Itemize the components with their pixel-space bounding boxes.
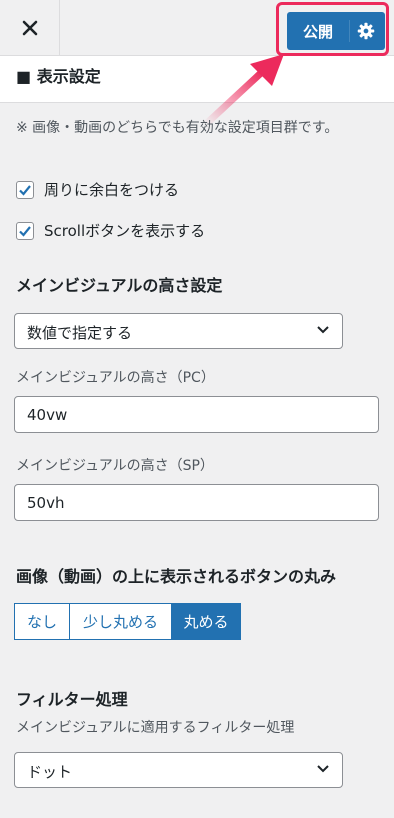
checkbox-label: 周りに余白をつける: [44, 181, 180, 199]
close-icon: [22, 20, 37, 36]
checkbox-box[interactable]: [16, 180, 34, 199]
filter-description: メインビジュアルに適用するフィルター処理: [16, 720, 295, 736]
sp-height-value: 50vh: [27, 494, 65, 512]
gear-icon[interactable]: [355, 20, 377, 42]
section-note: ※ 画像・動画のどちらでも有効な設定項目群です。: [16, 120, 339, 136]
button-round-heading: 画像（動画）の上に表示されるボタンの丸み: [16, 567, 337, 586]
checkbox-box[interactable]: [16, 221, 34, 240]
round-option-round[interactable]: 丸める: [171, 603, 241, 640]
section-title: ■ 表示設定: [16, 67, 101, 86]
annotation-arrow-icon: [202, 54, 284, 128]
pc-height-input[interactable]: 40vw: [14, 396, 379, 433]
checkbox-label: Scrollボタンを表示する: [44, 222, 206, 240]
checkbox-margin[interactable]: 周りに余白をつける: [16, 179, 179, 200]
publish-label: 公開: [303, 23, 334, 41]
customizer-header: 公開: [0, 0, 394, 56]
publish-divider: [349, 20, 350, 42]
filter-heading: フィルター処理: [16, 690, 128, 709]
section-header: ■ 表示設定: [0, 56, 394, 103]
filter-select[interactable]: ドット: [14, 752, 343, 788]
height-mode-select[interactable]: 数値で指定する: [14, 313, 343, 349]
checkmark-icon: [19, 184, 31, 196]
publish-button[interactable]: 公開: [287, 12, 385, 50]
round-option-slight[interactable]: 少し丸める: [69, 603, 172, 640]
pc-height-value: 40vw: [27, 406, 68, 424]
height-mode-value: 数値で指定する: [27, 324, 133, 342]
checkmark-icon: [19, 225, 31, 237]
round-option-none[interactable]: なし: [14, 603, 70, 640]
sp-height-input[interactable]: 50vh: [14, 484, 379, 521]
chevron-down-icon: [317, 326, 329, 334]
checkbox-scroll-button[interactable]: Scrollボタンを表示する: [16, 220, 205, 241]
height-setting-heading: メインビジュアルの高さ設定: [16, 276, 223, 295]
chevron-down-icon: [317, 765, 329, 773]
close-button[interactable]: [0, 0, 60, 56]
filter-value: ドット: [27, 763, 73, 781]
button-round-segmented: なし 少し丸める 丸める: [14, 603, 241, 640]
pc-height-label: メインビジュアルの高さ（PC）: [16, 370, 215, 386]
sp-height-label: メインビジュアルの高さ（SP）: [16, 458, 214, 474]
